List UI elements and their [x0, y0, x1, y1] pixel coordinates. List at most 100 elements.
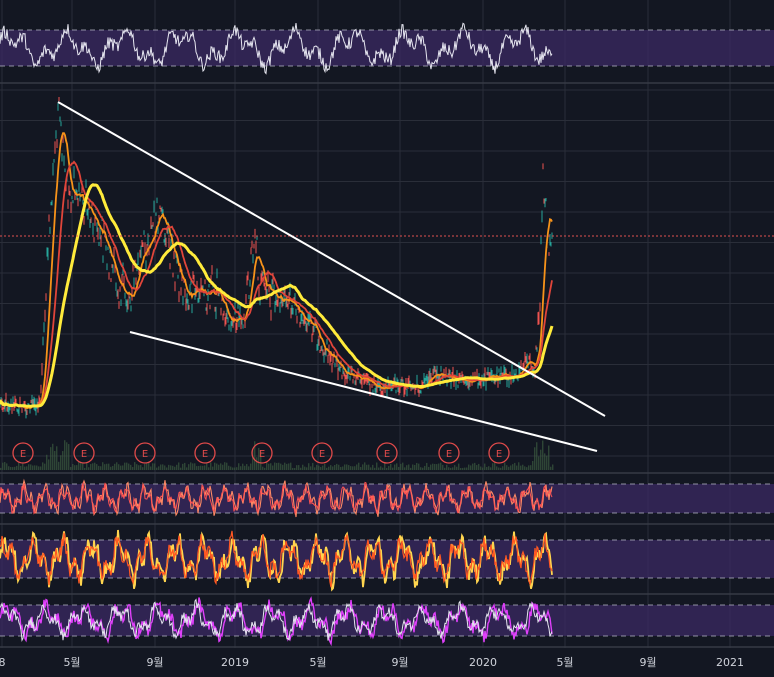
volume-bar	[204, 465, 206, 470]
volume-bar	[200, 465, 202, 470]
volume-bar	[518, 462, 520, 470]
trend-line-lower[interactable]	[129, 331, 598, 452]
volume-bar	[142, 467, 144, 470]
volume-bar	[92, 463, 94, 470]
volume-bar	[44, 463, 46, 470]
volume-bar	[452, 467, 454, 470]
volume-bar	[376, 462, 378, 470]
volume-bar	[130, 464, 132, 470]
volume-bar	[66, 442, 68, 470]
volume-bar	[550, 466, 552, 470]
volume-bar	[472, 463, 474, 470]
volume-bar	[416, 462, 418, 470]
volume-bar	[292, 467, 294, 470]
volume-bar	[40, 466, 42, 470]
volume-bar	[58, 461, 60, 470]
volume-bar	[538, 456, 540, 470]
volume-bar	[6, 463, 8, 470]
volume-bar	[336, 463, 338, 470]
volume-bar	[80, 462, 82, 470]
volume-bar	[316, 464, 318, 470]
volume-bar	[534, 447, 536, 470]
chart-canvas[interactable]: E E E E E E E E E 8 5월 9월 2019 5월 9월 2020 5월 9월 2021	[0, 0, 774, 677]
volume-bar	[220, 463, 222, 470]
volume-bar	[96, 464, 98, 470]
volume-bar	[236, 467, 238, 470]
volume-bar	[262, 466, 264, 470]
volume-bar	[470, 465, 472, 470]
volume-bar	[228, 465, 230, 470]
volume-bar	[404, 467, 406, 470]
volume-bar	[510, 465, 512, 470]
volume-bar	[274, 462, 276, 470]
volume-bar	[348, 465, 350, 470]
volume-bar	[140, 465, 142, 470]
volume-bar	[152, 463, 154, 470]
volume-bar	[48, 459, 50, 470]
earnings-marker-label: E	[319, 449, 325, 460]
volume-bar	[32, 465, 34, 470]
volume-bar	[222, 464, 224, 470]
volume-bar	[310, 466, 312, 470]
volume-bar	[318, 465, 320, 470]
volume-bar	[246, 464, 248, 470]
volume-bar	[22, 463, 24, 470]
volume-bar	[388, 466, 390, 470]
volume-bar	[514, 462, 516, 470]
volume-bar	[296, 465, 298, 470]
volume-bar	[264, 467, 266, 470]
volume-bar	[280, 463, 282, 470]
volume-bar	[454, 465, 456, 470]
volume-bar	[402, 462, 404, 470]
volume-bar	[418, 463, 420, 470]
volume-bar	[24, 466, 26, 470]
volume-bar	[354, 466, 356, 470]
volume-bar	[30, 464, 32, 470]
volume-bar	[106, 463, 108, 470]
volume-bar	[158, 466, 160, 470]
volume-bar	[284, 462, 286, 470]
volume-bar	[38, 466, 40, 470]
volume-bar	[178, 462, 180, 470]
volume-bar	[526, 467, 528, 470]
volume-bar	[420, 467, 422, 470]
volume-bar	[504, 462, 506, 470]
volume-bar	[186, 467, 188, 470]
volume-bar	[136, 464, 138, 470]
volume-bar	[456, 466, 458, 470]
volume-bar	[342, 466, 344, 470]
volume-bar	[304, 466, 306, 470]
volume-bar	[166, 467, 168, 470]
volume-bar	[88, 467, 90, 470]
volume-bar	[50, 447, 52, 470]
volume-bar	[190, 462, 192, 470]
volume-bar	[14, 466, 16, 470]
volume-bar	[148, 462, 150, 470]
volume-bar	[444, 467, 446, 470]
stock-chart[interactable]: E E E E E E E E E 8 5월 9월 2019 5월 9월 2020 5월 9월 2021	[0, 0, 774, 677]
x-axis-tick-label: 2019	[221, 656, 249, 669]
volume-bar	[340, 466, 342, 470]
volume-bar	[110, 466, 112, 470]
volume-bar	[496, 466, 498, 470]
volume-bar	[302, 464, 304, 470]
volume-bar	[54, 451, 56, 470]
volume-bar	[438, 463, 440, 470]
volume-bar	[306, 467, 308, 470]
volume-bar	[460, 467, 462, 470]
volume-bar	[288, 463, 290, 470]
volume-bar	[492, 463, 494, 470]
volume-bar	[242, 463, 244, 470]
volume-bar	[358, 462, 360, 470]
volume-bar	[314, 467, 316, 470]
volume-bar	[390, 463, 392, 470]
volume-bar	[250, 463, 252, 470]
volume-bar	[392, 467, 394, 470]
volume-bar	[414, 464, 416, 470]
volume-bar	[218, 464, 220, 470]
volume-bar	[286, 463, 288, 470]
volume-bar	[474, 462, 476, 470]
volume-bar	[144, 463, 146, 470]
volume-bar	[446, 464, 448, 470]
volume-bar	[182, 463, 184, 470]
